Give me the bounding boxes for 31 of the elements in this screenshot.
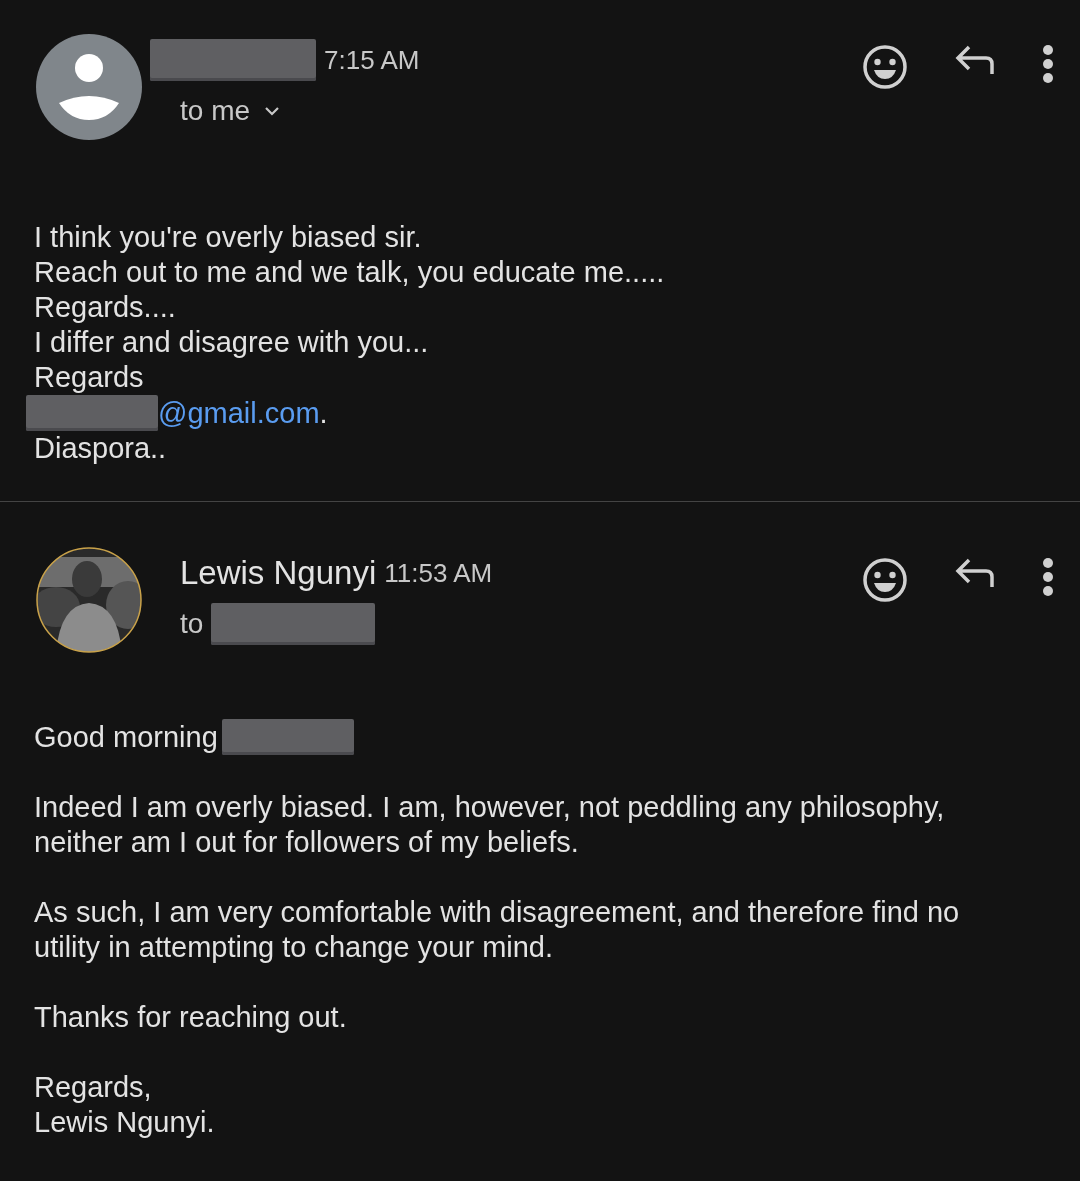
smiley-icon bbox=[862, 557, 908, 603]
body-text: Regards.... bbox=[34, 290, 176, 325]
sender-name: Lewis Ngunyi bbox=[180, 553, 377, 594]
recipient-label: to bbox=[180, 607, 204, 641]
timestamp: 11:53 AM bbox=[384, 556, 493, 590]
more-icon bbox=[1042, 557, 1054, 597]
more-icon bbox=[1042, 44, 1054, 84]
body-text: utility in attempting to change your mind. bbox=[34, 930, 554, 965]
body-text: As such, I am very comfortable with disagreement, and therefore find no bbox=[34, 895, 960, 930]
body-text: Thanks for reaching out. bbox=[34, 1000, 347, 1035]
body-text: Indeed I am overly biased. I am, however, not peddling any philosophy, bbox=[34, 790, 945, 825]
body-text: Lewis Ngunyi. bbox=[34, 1105, 215, 1140]
body-text: Regards bbox=[34, 360, 144, 395]
emoji-reaction-button[interactable] bbox=[862, 557, 908, 603]
body-text: Good morning bbox=[34, 719, 218, 755]
recipients-dropdown[interactable]: to me bbox=[180, 90, 281, 132]
body-text: Diaspora.. bbox=[34, 431, 167, 466]
smiley-icon bbox=[862, 44, 908, 90]
email-link[interactable]: @gmail.com bbox=[158, 395, 320, 431]
body-text: I differ and disagree with you... bbox=[34, 325, 429, 360]
body-text: I think you're overly biased sir. bbox=[34, 220, 422, 255]
body-text: Reach out to me and we talk, you educate me..... bbox=[34, 255, 665, 290]
reply-icon bbox=[954, 44, 996, 76]
body-text: neither am I out for followers of my beliefs. bbox=[34, 825, 579, 860]
avatar-icon bbox=[36, 34, 142, 140]
body-text: . bbox=[319, 395, 328, 431]
timestamp: 7:15 AM bbox=[324, 43, 420, 77]
caret-icon bbox=[264, 106, 281, 116]
emoji-reaction-button[interactable] bbox=[862, 44, 908, 90]
reply-icon bbox=[954, 557, 996, 589]
body-text: Regards, bbox=[34, 1070, 152, 1105]
